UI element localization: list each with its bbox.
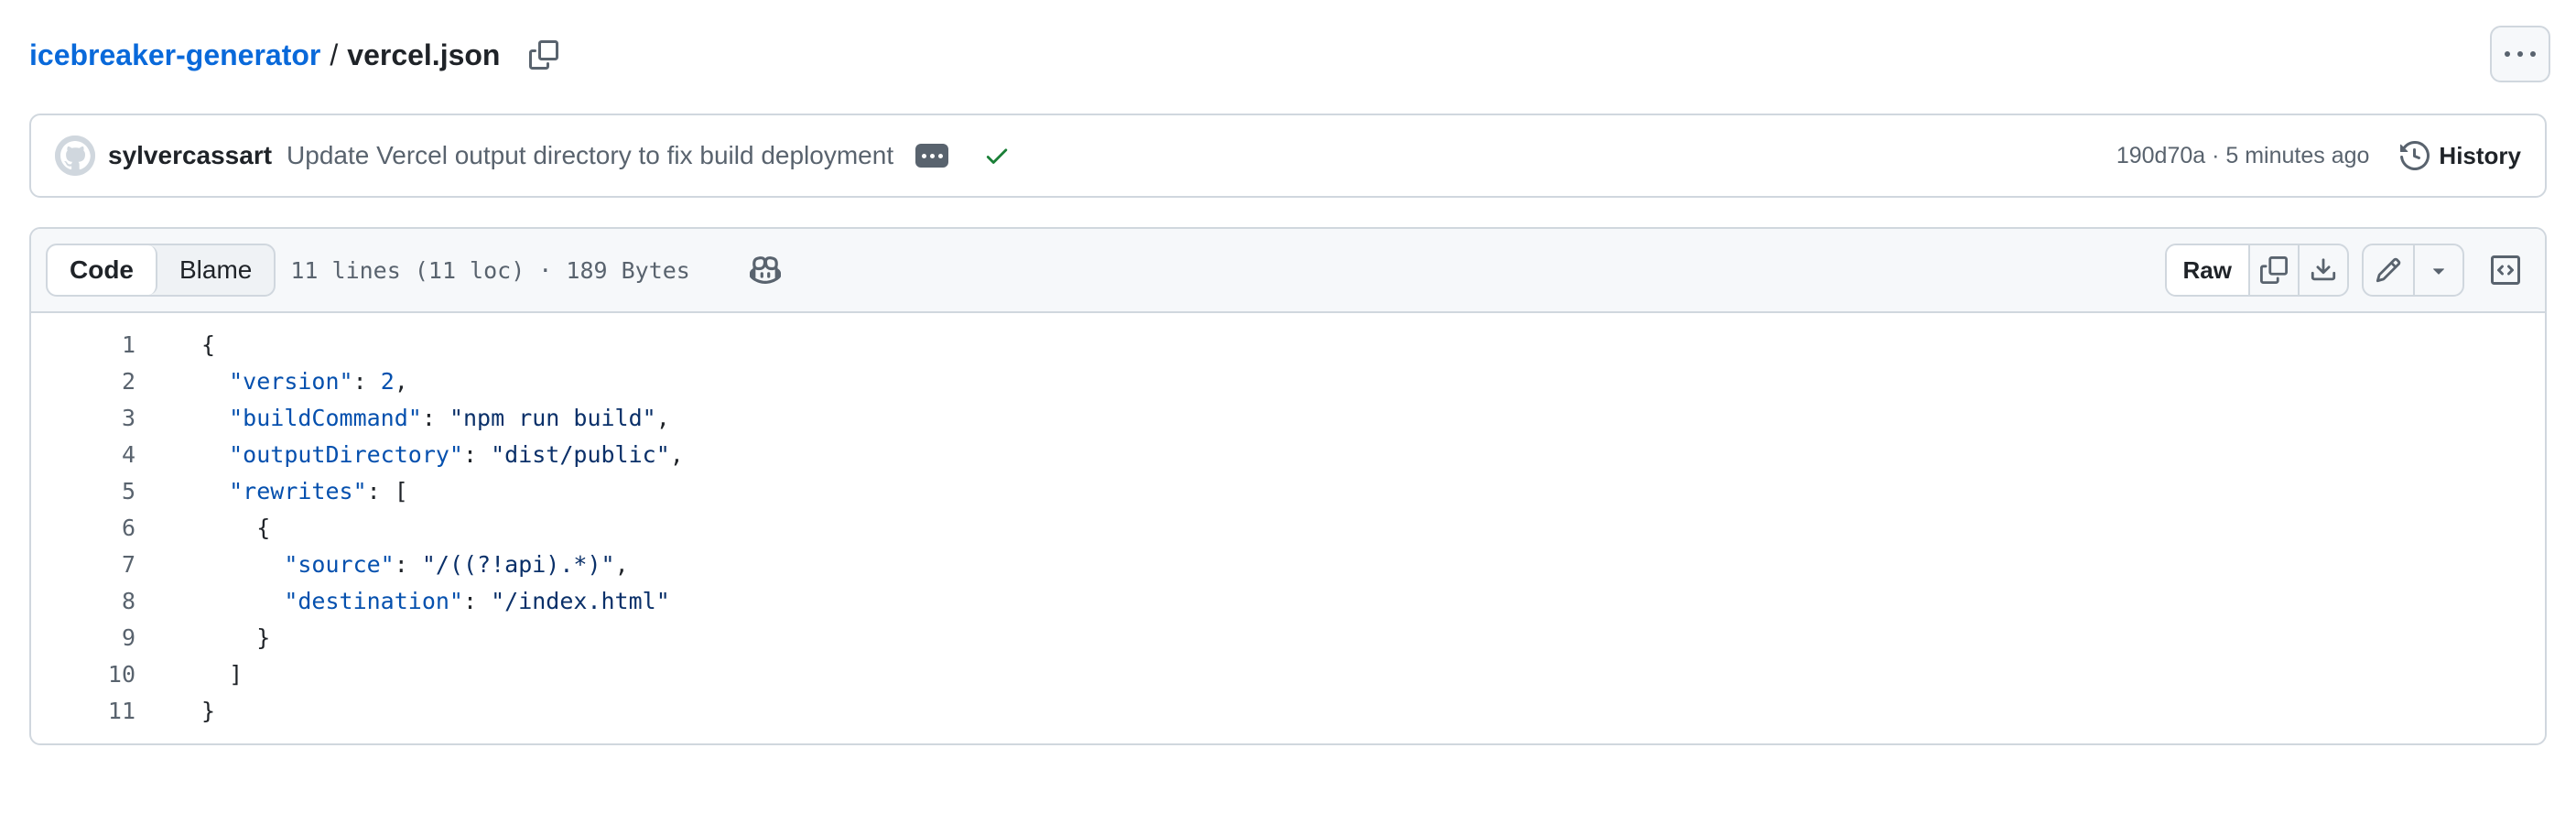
check-status-icon[interactable]: [983, 142, 1011, 169]
history-label: History: [2439, 141, 2521, 169]
line-number[interactable]: 10: [31, 661, 135, 688]
code-line: 5 "rewrites": [: [31, 472, 2545, 509]
code-line: 1{: [31, 326, 2545, 363]
line-content: }: [201, 623, 271, 651]
line-number[interactable]: 9: [31, 624, 135, 651]
code-line: 11}: [31, 692, 2545, 729]
code-line: 2 "version": 2,: [31, 363, 2545, 399]
line-content: "rewrites": [: [229, 477, 408, 504]
line-number[interactable]: 3: [31, 405, 135, 431]
latest-commit-box: sylvercassart Update Vercel output direc…: [29, 114, 2547, 198]
file-actions: Raw: [2164, 244, 2530, 297]
line-content: }: [201, 697, 216, 724]
history-button[interactable]: History: [2400, 141, 2521, 170]
line-number[interactable]: 1: [31, 331, 135, 358]
breadcrumb-separator: /: [330, 38, 339, 71]
tab-code[interactable]: Code: [48, 245, 157, 295]
copy-icon: [2260, 256, 2288, 284]
ellipsis-dot-icon: [929, 153, 935, 158]
line-content: "outputDirectory": "dist/public",: [229, 440, 684, 468]
view-mode-toggle: Code Blame: [46, 244, 276, 297]
line-number[interactable]: 11: [31, 698, 135, 724]
ellipsis-dot-icon: [921, 153, 926, 158]
code-line: 6 {: [31, 509, 2545, 546]
edit-group: [2362, 244, 2464, 297]
line-content: "buildCommand": "npm run build",: [229, 404, 670, 431]
line-number[interactable]: 2: [31, 368, 135, 395]
breadcrumb-repo-link[interactable]: icebreaker-generator: [29, 38, 320, 72]
edit-options-dropdown[interactable]: [2413, 245, 2462, 295]
line-content: {: [201, 331, 216, 358]
commit-info: 190d70a · 5 minutes ago History: [2116, 141, 2521, 170]
code-line: 4 "outputDirectory": "dist/public",: [31, 436, 2545, 472]
copilot-button[interactable]: [747, 252, 784, 288]
code-line: 9 }: [31, 619, 2545, 656]
download-button[interactable]: [2298, 245, 2347, 295]
copy-path-button[interactable]: [525, 37, 562, 73]
pencil-icon: [2376, 257, 2401, 283]
file-stats: 11 lines (11 loc) · 189 Bytes: [290, 256, 690, 284]
tab-blame[interactable]: Blame: [157, 245, 274, 295]
copy-raw-button[interactable]: [2248, 245, 2298, 295]
more-options-button[interactable]: [2490, 26, 2550, 82]
line-number[interactable]: 7: [31, 551, 135, 578]
code-line: 3 "buildCommand": "npm run build",: [31, 399, 2545, 436]
code-line: 8 "destination": "/index.html": [31, 582, 2545, 619]
symbols-panel-button[interactable]: [2481, 244, 2530, 297]
commit-message[interactable]: Update Vercel output directory to fix bu…: [287, 141, 893, 170]
download-icon: [2311, 258, 2336, 281]
breadcrumb: icebreaker-generator / vercel.json: [29, 27, 562, 82]
breadcrumb-file-name: vercel.json: [347, 38, 501, 71]
line-content: "destination": "/index.html": [284, 587, 670, 614]
raw-button[interactable]: Raw: [2166, 245, 2248, 295]
copilot-icon: [749, 256, 781, 284]
line-content: "version": 2,: [229, 367, 408, 395]
copy-icon: [529, 40, 559, 70]
code-line: 10 ]: [31, 656, 2545, 692]
line-content: {: [201, 514, 271, 541]
line-content: ]: [201, 660, 244, 688]
line-number[interactable]: 5: [31, 478, 135, 504]
kebab-dot-icon: [2530, 51, 2536, 57]
check-icon: [986, 148, 1008, 164]
code-line: 7 "source": "/((?!api).*)",: [31, 546, 2545, 582]
avatar[interactable]: [55, 136, 95, 176]
raw-copy-download-group: Raw: [2164, 244, 2349, 297]
history-icon: [2400, 141, 2430, 170]
line-number[interactable]: 6: [31, 515, 135, 541]
commit-author[interactable]: sylvercassart: [108, 141, 272, 170]
kebab-dot-icon: [2517, 51, 2523, 57]
code-view[interactable]: 1{2 "version": 2, 3 "buildCommand": "npm …: [31, 313, 2545, 729]
kebab-dot-icon: [2505, 51, 2510, 57]
file-viewer: Code Blame 11 lines (11 loc) · 189 Bytes…: [29, 227, 2547, 745]
line-number[interactable]: 8: [31, 588, 135, 614]
commit-sha-and-time[interactable]: 190d70a · 5 minutes ago: [2116, 143, 2370, 169]
expand-commit-message-button[interactable]: [915, 144, 949, 168]
triangle-down-icon: [2433, 268, 2444, 275]
file-header: Code Blame 11 lines (11 loc) · 189 Bytes…: [31, 229, 2545, 313]
line-content: "source": "/((?!api).*)",: [284, 550, 629, 578]
line-number[interactable]: 4: [31, 441, 135, 468]
edit-file-button[interactable]: [2364, 245, 2413, 295]
code-square-icon: [2491, 255, 2520, 285]
github-octocat-icon: [55, 136, 95, 176]
ellipsis-dot-icon: [937, 153, 943, 158]
